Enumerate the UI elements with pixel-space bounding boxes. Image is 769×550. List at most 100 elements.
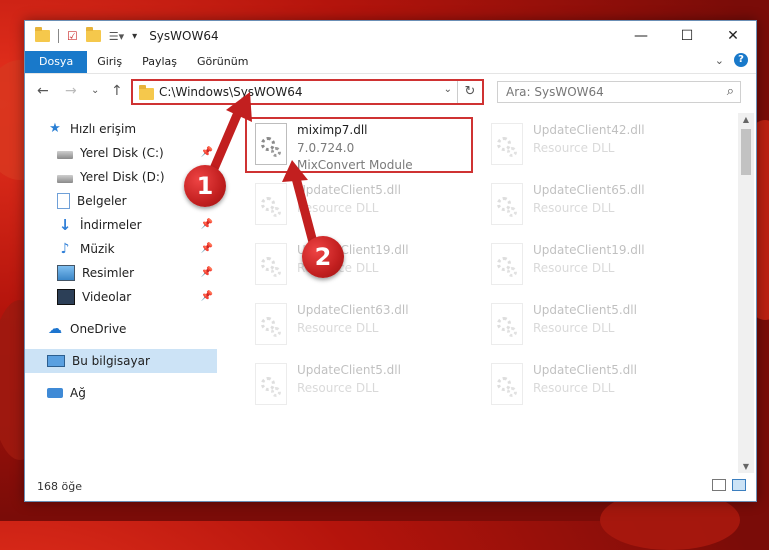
file-name: UpdateClient5.dll xyxy=(533,303,637,317)
sidebar-item-local-disk-c[interactable]: Yerel Disk (C:) 📌 xyxy=(25,141,217,165)
file-item[interactable]: UpdateClient42.dll Resource DLL xyxy=(483,119,711,175)
file-item[interactable]: UpdateClient5.dll Resource DLL xyxy=(483,299,711,355)
address-path[interactable]: C:\Windows\SysWOW64 xyxy=(159,85,303,99)
pin-icon: 📌 xyxy=(200,267,213,278)
drive-icon xyxy=(57,150,73,159)
dll-file-icon xyxy=(251,123,289,167)
file-item[interactable]: UpdateClient5.dll Resource DLL xyxy=(247,359,475,415)
file-description: Resource DLL xyxy=(533,261,615,275)
dll-file-icon xyxy=(487,363,525,407)
file-name: UpdateClient65.dll xyxy=(533,183,645,197)
drive-icon xyxy=(57,174,73,183)
forward-arrow-icon[interactable]: → xyxy=(65,83,77,99)
address-bar[interactable]: C:\Windows\SysWOW64 ⌄ ↻ xyxy=(131,79,484,105)
customize-toolbar-icon[interactable]: ☰▾ xyxy=(109,30,124,43)
file-name: UpdateClient42.dll xyxy=(533,123,645,137)
expand-ribbon-icon[interactable]: ⌄ xyxy=(715,54,724,67)
sidebar-item-label: Yerel Disk (D:) xyxy=(80,170,165,184)
dll-file-icon xyxy=(251,303,289,347)
sidebar-item-music[interactable]: ♪ Müzik 📌 xyxy=(25,237,217,261)
sidebar-item-label: Yerel Disk (C:) xyxy=(80,146,164,160)
file-item[interactable]: UpdateClient65.dll Resource DLL xyxy=(483,179,711,235)
window-title: SysWOW64 xyxy=(149,29,219,43)
tab-file[interactable]: Dosya xyxy=(25,51,88,73)
tab-view[interactable]: Görünüm xyxy=(187,51,258,73)
music-icon: ♪ xyxy=(60,241,70,257)
properties-icon[interactable]: ☑ xyxy=(67,29,78,43)
file-item[interactable]: UpdateClient19.dll Resource DLL xyxy=(247,239,475,295)
search-input[interactable]: Ara: SysWOW64 ⌕ xyxy=(497,81,741,103)
scroll-down-icon[interactable]: ▼ xyxy=(738,462,754,471)
help-icon[interactable]: ? xyxy=(734,53,748,67)
file-name: UpdateClient5.dll xyxy=(297,363,401,377)
close-button[interactable]: ✕ xyxy=(710,21,756,51)
file-name: miximp7.dll xyxy=(297,123,368,137)
tab-home[interactable]: Giriş xyxy=(87,51,132,73)
address-dropdown-icon[interactable]: ⌄ xyxy=(444,84,452,95)
video-icon xyxy=(57,289,75,305)
step-2-badge: 2 xyxy=(302,236,344,278)
sidebar-item-onedrive[interactable]: ☁ OneDrive xyxy=(25,317,217,341)
sidebar-item-label: İndirmeler xyxy=(80,218,142,232)
search-placeholder: Ara: SysWOW64 xyxy=(506,85,604,99)
dll-file-icon xyxy=(487,303,525,347)
scrollbar-thumb[interactable] xyxy=(741,129,751,175)
sidebar-item-label: OneDrive xyxy=(70,322,127,336)
folder-icon xyxy=(139,85,154,100)
file-list: miximp7.dll 7.0.724.0 MixConvert Module … xyxy=(225,113,735,463)
file-description: Resource DLL xyxy=(297,201,379,215)
scroll-up-icon[interactable]: ▲ xyxy=(738,115,754,124)
sidebar-item-label: Müzik xyxy=(80,242,115,256)
item-count: 168 öğe xyxy=(37,480,82,493)
minimize-button[interactable]: — xyxy=(618,21,664,51)
sidebar-item-videos[interactable]: Videolar 📌 xyxy=(25,285,217,309)
quick-access-toolbar: ☑ ☰▾ ▾ xyxy=(25,27,137,43)
sidebar-item-label: Ağ xyxy=(70,386,86,400)
step-1-badge: 1 xyxy=(184,165,226,207)
toolbar-dropdown-icon[interactable]: ▾ xyxy=(132,31,137,42)
recent-locations-icon[interactable]: ⌄ xyxy=(91,85,99,96)
sidebar-item-downloads[interactable]: ↓ İndirmeler 📌 xyxy=(25,213,217,237)
sidebar-item-pictures[interactable]: Resimler 📌 xyxy=(25,261,217,285)
file-item[interactable]: UpdateClient19.dll Resource DLL xyxy=(483,239,711,295)
dll-file-icon xyxy=(251,363,289,407)
file-description: Resource DLL xyxy=(533,381,615,395)
vertical-scrollbar[interactable]: ▲ ▼ xyxy=(738,113,754,473)
file-name: UpdateClient5.dll xyxy=(533,363,637,377)
tab-share[interactable]: Paylaş xyxy=(132,51,187,73)
maximize-button[interactable]: ☐ xyxy=(664,21,710,51)
pin-icon: 📌 xyxy=(200,219,213,230)
network-icon xyxy=(47,388,63,398)
file-description: Resource DLL xyxy=(533,141,615,155)
file-description: Resource DLL xyxy=(533,201,615,215)
file-item-miximp7[interactable]: miximp7.dll 7.0.724.0 MixConvert Module xyxy=(245,117,473,173)
file-name: UpdateClient19.dll xyxy=(533,243,645,257)
file-name: UpdateClient5.dll xyxy=(297,183,401,197)
file-item[interactable]: UpdateClient63.dll Resource DLL xyxy=(247,299,475,355)
back-arrow-icon[interactable]: ← xyxy=(37,83,49,99)
file-item[interactable]: UpdateClient5.dll Resource DLL xyxy=(247,179,475,235)
sidebar-item-this-pc[interactable]: Bu bilgisayar xyxy=(25,349,217,373)
navigation-pane: ★ Hızlı erişim Yerel Disk (C:) 📌 Yerel D… xyxy=(25,113,217,463)
explorer-window: ☑ ☰▾ ▾ SysWOW64 — ☐ ✕ Dosya Giriş Paylaş… xyxy=(24,20,757,502)
sidebar-item-label: Resimler xyxy=(82,266,135,280)
up-arrow-icon[interactable]: ↑ xyxy=(111,83,123,99)
pictures-icon xyxy=(57,265,75,281)
download-icon: ↓ xyxy=(58,216,72,234)
sidebar-item-label: Hızlı erişim xyxy=(70,122,137,136)
dll-file-icon xyxy=(487,123,525,167)
file-description: MixConvert Module xyxy=(297,158,413,172)
ribbon-tabs: Dosya Giriş Paylaş Görünüm ⌄ ? xyxy=(25,51,756,74)
dll-file-icon xyxy=(487,243,525,287)
refresh-icon[interactable]: ↻ xyxy=(457,81,482,103)
cloud-icon: ☁ xyxy=(48,321,62,337)
search-icon[interactable]: ⌕ xyxy=(727,84,734,99)
sidebar-item-label: Bu bilgisayar xyxy=(72,354,150,368)
details-view-icon[interactable] xyxy=(712,479,726,491)
new-folder-icon[interactable] xyxy=(85,27,101,42)
sidebar-item-quick-access[interactable]: ★ Hızlı erişim xyxy=(25,117,217,141)
tiles-view-icon[interactable] xyxy=(732,479,746,491)
file-item[interactable]: UpdateClient5.dll Resource DLL xyxy=(483,359,711,415)
sidebar-item-network[interactable]: Ağ xyxy=(25,381,217,405)
folder-icon xyxy=(35,27,50,42)
